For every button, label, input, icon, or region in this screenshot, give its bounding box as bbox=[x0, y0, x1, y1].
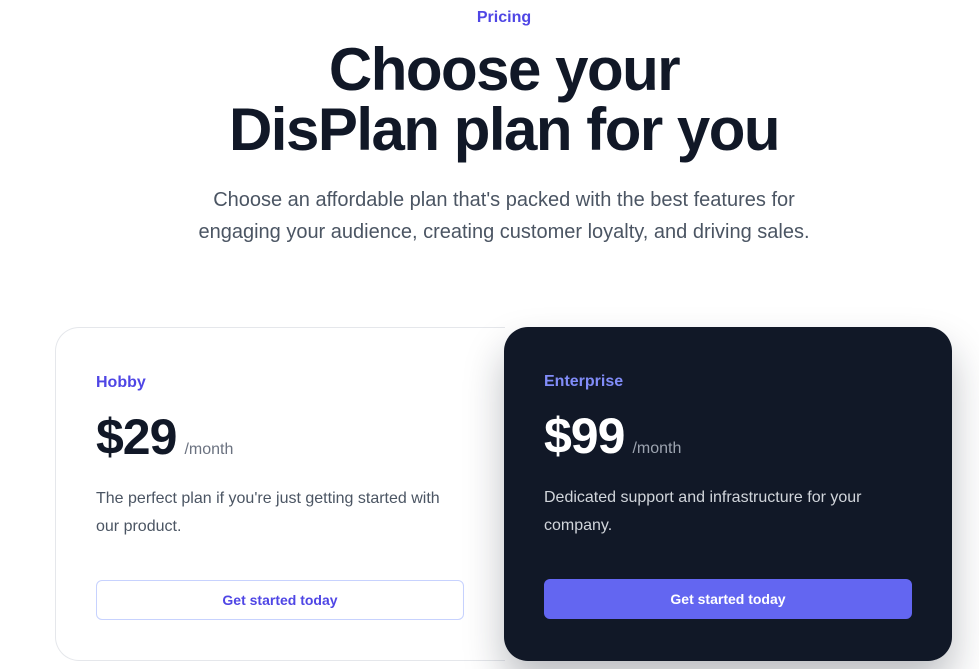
plan-card-hobby: Hobby $29 /month The perfect plan if you… bbox=[55, 327, 505, 661]
page-title-line-2: DisPlan plan for you bbox=[228, 96, 781, 163]
plan-name: Enterprise bbox=[544, 373, 624, 390]
price-row: $99 /month bbox=[544, 407, 681, 465]
get-started-button-hobby[interactable]: Get started today bbox=[96, 580, 464, 620]
page-title: Choose your DisPlan plan for you bbox=[0, 40, 979, 160]
page-subtitle-line-2: engaging your audience, creating custome… bbox=[198, 221, 810, 243]
section-eyebrow: Pricing bbox=[476, 9, 532, 26]
page-title-line-1: Choose your bbox=[328, 36, 681, 103]
pricing-page: Pricing Choose your DisPlan plan for you… bbox=[0, 0, 979, 669]
page-subtitle: Choose an affordable plan that's packed … bbox=[0, 184, 979, 248]
price-row: $29 /month bbox=[96, 408, 233, 466]
plan-period: /month bbox=[632, 440, 682, 457]
plan-description: Dedicated support and infrastructure for… bbox=[544, 489, 862, 534]
plan-card-enterprise: Enterprise $99 /month Dedicated support … bbox=[504, 327, 952, 661]
get-started-button-enterprise[interactable]: Get started today bbox=[544, 579, 912, 619]
plan-price: $99 bbox=[544, 408, 625, 464]
plan-period: /month bbox=[184, 441, 234, 458]
plan-description: The perfect plan if you're just getting … bbox=[96, 490, 440, 535]
plan-price: $29 bbox=[96, 409, 177, 465]
page-subtitle-line-1: Choose an affordable plan that's packed … bbox=[213, 189, 795, 211]
plan-name: Hobby bbox=[96, 374, 146, 391]
